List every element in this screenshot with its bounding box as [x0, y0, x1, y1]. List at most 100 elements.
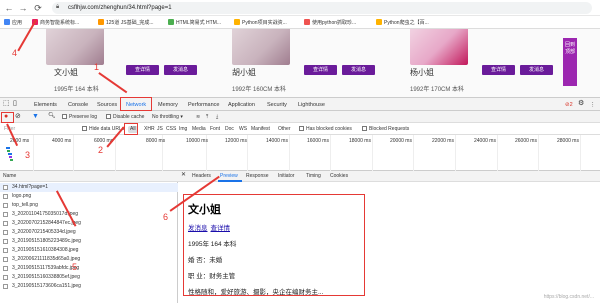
detail-tabbar: ✕ Headers Preview Response Initiator Tim…	[178, 171, 600, 182]
request-row[interactable]: 3_20201104175035017d.jpeg	[0, 210, 178, 219]
name-column-header[interactable]: Name	[0, 171, 178, 182]
network-toolbar: ● ⊘ ▼ 🔍︎ Preserve log Disable cache No t…	[0, 111, 600, 123]
profile-photo	[410, 29, 468, 65]
settings-gear-icon[interactable]: ⚙	[578, 100, 584, 108]
web-page: 文小姐 查详情 发消息 1995年 164 本科 胡小姐 查详情 发消息 199…	[0, 29, 600, 97]
has-blocked-cookies-checkbox[interactable]: Has blocked cookies	[299, 126, 352, 133]
timing-bar	[8, 153, 12, 155]
bookmark-2[interactable]: 125道 JS基础_完成...	[98, 19, 154, 27]
request-row[interactable]: logo.png	[0, 192, 178, 201]
request-row[interactable]: 3_201905151610384308.jpeg	[0, 246, 178, 255]
request-row[interactable]: 3_20190515173606ca151.jpeg	[0, 282, 178, 291]
bookmark-4[interactable]: Python项目实战资...	[234, 19, 287, 27]
request-row[interactable]: 3_20200702152844847ec.jpeg	[0, 219, 178, 228]
annotation-box	[183, 194, 365, 296]
blocked-requests-checkbox[interactable]: Blocked Requests	[362, 126, 409, 133]
watermark: https://blog.csdn.net/...	[543, 294, 594, 300]
network-timeline[interactable]: 2000 ms 4000 ms 6000 ms 8000 ms 10000 ms…	[0, 135, 600, 171]
bookmark-5[interactable]: 使用python抓取珍...	[304, 19, 356, 27]
screenshot-root: ← → ⟳ csflhjw.com/zhenghun/34.html?page=…	[0, 0, 600, 303]
filter-media[interactable]: Media	[192, 126, 206, 133]
filter-manifest[interactable]: Manifest	[251, 126, 270, 133]
online-icon[interactable]: ≋	[196, 114, 200, 121]
request-list: Name 34.html?page=1 logo.png top_tell.pn…	[0, 171, 178, 303]
annotation-box	[120, 97, 152, 111]
search-icon[interactable]: 🔍︎	[48, 113, 56, 120]
import-icon[interactable]: ⤒	[206, 114, 208, 121]
tab-application[interactable]: Application	[228, 101, 255, 109]
tab-initiator[interactable]: Initiator	[278, 173, 294, 180]
request-row[interactable]: 3_2020070215405334d.jpeg	[0, 228, 178, 237]
bookmark-3[interactable]: HTML简易式 HTM...	[168, 19, 221, 27]
tab-elements[interactable]: Elements	[34, 101, 57, 109]
annotation-box	[1, 112, 14, 123]
tab-sources[interactable]: Sources	[97, 101, 117, 109]
tick-label: 12000 ms	[225, 138, 247, 144]
annotation-number: 6	[163, 212, 169, 222]
address-bar-row: ← → ⟳ csflhjw.com/zhenghun/34.html?page=…	[0, 0, 600, 16]
tab-cookies[interactable]: Cookies	[330, 173, 348, 180]
tick-label: 20000 ms	[390, 138, 412, 144]
filter-img[interactable]: Img	[179, 126, 187, 133]
request-row[interactable]: top_tell.png	[0, 201, 178, 210]
filter-font[interactable]: Font	[210, 126, 220, 133]
card-name: 杨小姐	[410, 68, 434, 77]
annotation-number: 4	[12, 48, 18, 58]
timing-bar	[7, 150, 10, 152]
tab-lighthouse[interactable]: Lighthouse	[298, 101, 325, 109]
tick-label: 14000 ms	[266, 138, 288, 144]
forward-icon[interactable]: →	[18, 3, 28, 13]
detail-button[interactable]: 查详情	[126, 65, 159, 75]
tick-label: 18000 ms	[349, 138, 371, 144]
error-badge[interactable]: ⊘2	[565, 101, 573, 109]
filter-funnel-icon[interactable]: ▼	[32, 113, 39, 120]
tab-response[interactable]: Response	[246, 173, 269, 180]
export-icon[interactable]: ⤓	[216, 114, 218, 121]
more-options-icon[interactable]: ⋮	[590, 101, 596, 109]
tab-preview[interactable]: Preview	[220, 173, 238, 180]
clear-icon[interactable]: ⊘	[15, 113, 21, 120]
tick-label: 22000 ms	[432, 138, 454, 144]
preserve-log-checkbox[interactable]: Preserve log	[62, 114, 97, 121]
disable-cache-checkbox[interactable]: Disable cache	[106, 114, 144, 121]
back-to-top-tab[interactable]: 回到顶部	[563, 38, 577, 86]
filter-xhr[interactable]: XHR	[144, 126, 155, 133]
filter-doc[interactable]: Doc	[225, 126, 234, 133]
active-detail-tab-indicator	[218, 180, 242, 182]
request-row[interactable]: 3_20200621111835d65a0.jpeg	[0, 255, 178, 264]
tab-timing[interactable]: Timing	[306, 173, 321, 180]
device-toolbar-icon[interactable]: ▯	[13, 100, 17, 108]
request-row[interactable]: 3_201905151805223489c.jpeg	[0, 237, 178, 246]
tab-console[interactable]: Console	[68, 101, 88, 109]
reload-icon[interactable]: ⟳	[33, 3, 43, 13]
tick-label: 16000 ms	[307, 138, 329, 144]
filter-other[interactable]: Other	[278, 126, 291, 133]
back-icon[interactable]: ←	[4, 3, 14, 13]
tab-security[interactable]: Security	[267, 101, 287, 109]
throttling-select[interactable]: No throttling ▾	[152, 114, 183, 121]
request-row[interactable]: 3_20190515160338805ef.jpeg	[0, 273, 178, 282]
tab-memory[interactable]: Memory	[158, 101, 178, 109]
tick-label: 4000 ms	[52, 138, 72, 144]
request-row[interactable]: 3_20190515117539abfdc.jpeg	[0, 264, 178, 273]
bookmark-apps[interactable]: 应用	[4, 19, 22, 27]
card-name: 文小姐	[54, 68, 78, 77]
url-field[interactable]: csflhjw.com/zhenghun/34.html?page=1	[52, 2, 592, 14]
message-button[interactable]: 发消息	[342, 65, 375, 75]
tab-headers[interactable]: Headers	[192, 173, 211, 180]
card-info: 1992年 170CM 本科	[410, 87, 465, 93]
filter-ws[interactable]: WS	[239, 126, 247, 133]
filter-js[interactable]: JS	[157, 126, 163, 133]
detail-button[interactable]: 查详情	[304, 65, 337, 75]
detail-button[interactable]: 查详情	[482, 65, 515, 75]
close-detail-icon[interactable]: ✕	[181, 172, 186, 179]
bookmark-1[interactable]: 商务智能系统标...	[32, 19, 79, 27]
request-row[interactable]: 34.html?page=1	[0, 183, 178, 192]
inspect-icon[interactable]: ⬚	[3, 100, 10, 108]
message-button[interactable]: 发消息	[164, 65, 197, 75]
message-button[interactable]: 发消息	[520, 65, 553, 75]
tab-performance[interactable]: Performance	[188, 101, 220, 109]
filter-css[interactable]: CSS	[166, 126, 176, 133]
annotation-number: 3	[25, 150, 31, 160]
bookmark-6[interactable]: Python爬虫之【百...	[376, 19, 429, 27]
